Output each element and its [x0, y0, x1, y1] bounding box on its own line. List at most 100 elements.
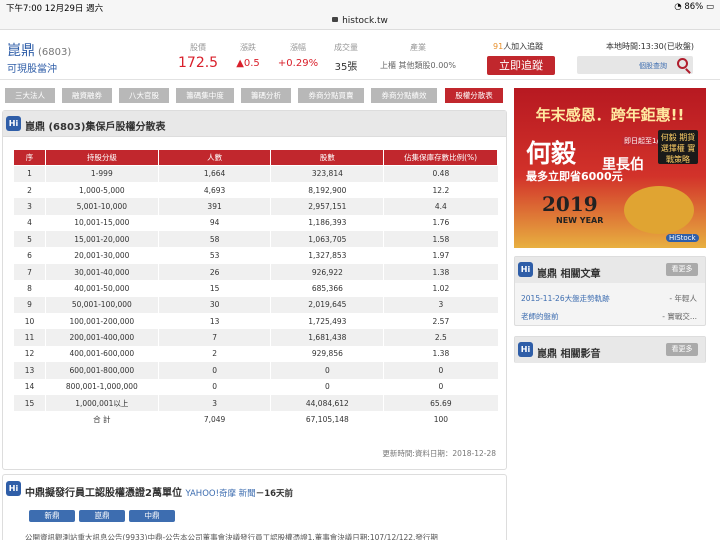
table-row: 11 200,001-400,000 7 1,681,438 2.5 [13, 329, 498, 346]
table-cell: 1-999 [44, 165, 159, 182]
battery-level: 86% [684, 2, 704, 12]
table-cell: 1,063,705 [270, 231, 384, 248]
table-cell: 58 [157, 231, 271, 248]
lock-icon [332, 17, 339, 22]
related-articles: Hi 崑鼎 相關文章 看更多 2015-11-26大盤走勢軌跡 - 年輕人 老師… [514, 256, 706, 326]
battery-icon: ▭ [705, 2, 714, 12]
table-cell: 1,186,393 [270, 214, 384, 232]
article-link[interactable]: 老師的盤前 [521, 311, 559, 322]
wifi-icon: ◔ [674, 2, 682, 12]
histock-logo: HiStock [666, 234, 699, 242]
table-cell: 1 [13, 165, 46, 182]
table-cell: 0 [270, 378, 384, 395]
stock-name: 崑鼎 (6803) [7, 43, 72, 59]
shareholding-table: 序 持股分級 人數 股數 佔集保庫存數比例(%) 1 1-999 1,664 323,… [13, 149, 498, 428]
tab-broker-performance[interactable]: 券商分點績效 [371, 88, 437, 103]
stock-header: 崑鼎 (6803) 可現股當沖 股價 172.5 漲跌 ▲0.5 漲幅 +0.29… [0, 32, 720, 80]
table-cell: 53 [157, 247, 271, 264]
table-cell: 65.69 [383, 394, 498, 412]
table-cell: 1,000,001以上 [44, 394, 159, 412]
table-row: 13 600,001-800,000 0 0 0 [13, 362, 498, 379]
table-cell: 15 [13, 394, 46, 412]
table-cell: 10,001-15,000 [44, 214, 159, 232]
col-shares: 股數 [270, 149, 385, 166]
table-cell: 1,000-5,000 [44, 181, 159, 199]
table-cell: 0 [383, 378, 498, 395]
news-title[interactable]: 中鼎擬發行員工認股權憑證2萬單位 YAHOO!奇摩 新聞－16天前 [25, 484, 293, 499]
table-cell: 391 [157, 198, 271, 215]
article-author: - 實戰交... [662, 312, 697, 321]
table-cell: 40,001-50,000 [44, 280, 159, 297]
total-row: 合 計 7,049 67,105,148 100 [13, 411, 498, 428]
table-cell: 1.97 [383, 247, 498, 264]
tab-chip-analysis[interactable]: 籌碼分析 [241, 88, 291, 103]
stat-industry: 產業 上櫃 其他類股0.00% [380, 43, 456, 70]
table-cell: 12 [13, 345, 46, 363]
tab-concentration[interactable]: 籌碼集中度 [176, 88, 234, 103]
stat-change-pct: 漲幅 +0.29% [277, 43, 319, 69]
table-cell: 7,049 [157, 411, 271, 428]
more-articles-button[interactable]: 看更多 [666, 263, 698, 276]
histock-icon: Hi [518, 342, 533, 357]
table-cell: 2 [13, 181, 46, 199]
track-button[interactable]: 立即追蹤 [487, 56, 555, 75]
table-cell: 0 [157, 378, 271, 395]
table-cell: 1.58 [383, 231, 498, 248]
stock-search-input[interactable]: 個股查詢 [577, 56, 693, 74]
tab-margin[interactable]: 融資融券 [62, 88, 112, 103]
table-cell: 8,192,900 [270, 181, 384, 199]
stock-subtitle: 可現股當沖 [7, 64, 57, 75]
table-cell: 44,084,612 [270, 394, 384, 412]
table-cell: 50,001-100,000 [44, 296, 159, 314]
table-cell: 1.76 [383, 214, 498, 232]
tab-broker-trades[interactable]: 券商分點買賣 [298, 88, 364, 103]
table-cell: 2,957,151 [270, 198, 384, 215]
table-cell: 5 [13, 231, 46, 248]
table-cell: 4,693 [157, 181, 271, 199]
search-icon[interactable] [677, 58, 688, 69]
article-link[interactable]: 2015-11-26大盤走勢軌跡 [521, 293, 610, 304]
videos-title: 崑鼎 相關影音 [537, 349, 601, 360]
more-videos-button[interactable]: 看更多 [666, 343, 698, 356]
table-cell: 94 [157, 214, 271, 232]
table-row: 2 1,000-5,000 4,693 8,192,900 12.2 [13, 181, 498, 199]
col-tier: 持股分級 [44, 149, 159, 166]
stat-change: 漲跌 ▲0.5 [236, 43, 260, 69]
table-cell: 2.5 [383, 329, 498, 346]
col-index: 序 [13, 149, 46, 166]
table-cell: 1,664 [157, 165, 271, 182]
table-cell: 926,922 [270, 263, 384, 281]
table-cell: 合 計 [44, 411, 159, 428]
url-bar[interactable]: histock.tw [0, 14, 720, 30]
table-cell: 26 [157, 263, 271, 281]
histock-icon: Hi [6, 116, 21, 131]
table-cell: 685,366 [270, 280, 384, 297]
news-tag[interactable]: 崑鼎 [79, 510, 125, 522]
table-cell: 15 [157, 280, 271, 297]
table-row: 9 50,001-100,000 30 2,019,645 3 [13, 296, 498, 314]
table-cell: 5,001-10,000 [44, 198, 159, 215]
tab-shareholding[interactable]: 股權分散表 [445, 88, 503, 103]
table-cell: 13 [13, 362, 46, 379]
col-ratio: 佔集保庫存數比例(%) [383, 149, 498, 166]
table-cell: 2.57 [383, 313, 498, 330]
news-snippet: 公開資訊觀測站重大訊息公告(9933)中鼎-公告本公司董事會決議發行員工認股權憑… [25, 533, 438, 540]
table-cell: 600,001-800,000 [44, 362, 159, 379]
news-tag[interactable]: 中鼎 [129, 510, 175, 522]
histock-icon: Hi [6, 481, 21, 496]
tab-official[interactable]: 八大官股 [119, 88, 169, 103]
table-row: 7 30,001-40,000 26 926,922 1.38 [13, 263, 498, 281]
table-cell: 0.48 [383, 165, 498, 182]
table-row: 5 15,001-20,000 58 1,063,705 1.58 [13, 231, 498, 248]
col-holders: 人數 [157, 149, 272, 166]
table-cell: 4 [13, 214, 46, 232]
table-cell: 2 [157, 345, 271, 363]
table-row: 10 100,001-200,000 13 1,725,493 2.57 [13, 313, 498, 330]
tab-institutional[interactable]: 三大法人 [5, 88, 55, 103]
promo-banner[interactable]: 年末感恩．跨年鉅惠!! 何毅 即日起至1/6 里長伯 何毅 期貨選擇權 實戰策略… [514, 88, 706, 248]
article-author: - 年輕人 [669, 294, 697, 303]
news-tag[interactable]: 新鼎 [29, 510, 75, 522]
table-cell: 14 [13, 378, 46, 395]
related-videos: Hi 崑鼎 相關影音 看更多 [514, 336, 706, 363]
news-panel: Hi 中鼎擬發行員工認股權憑證2萬單位 YAHOO!奇摩 新聞－16天前 新鼎 … [2, 474, 507, 540]
